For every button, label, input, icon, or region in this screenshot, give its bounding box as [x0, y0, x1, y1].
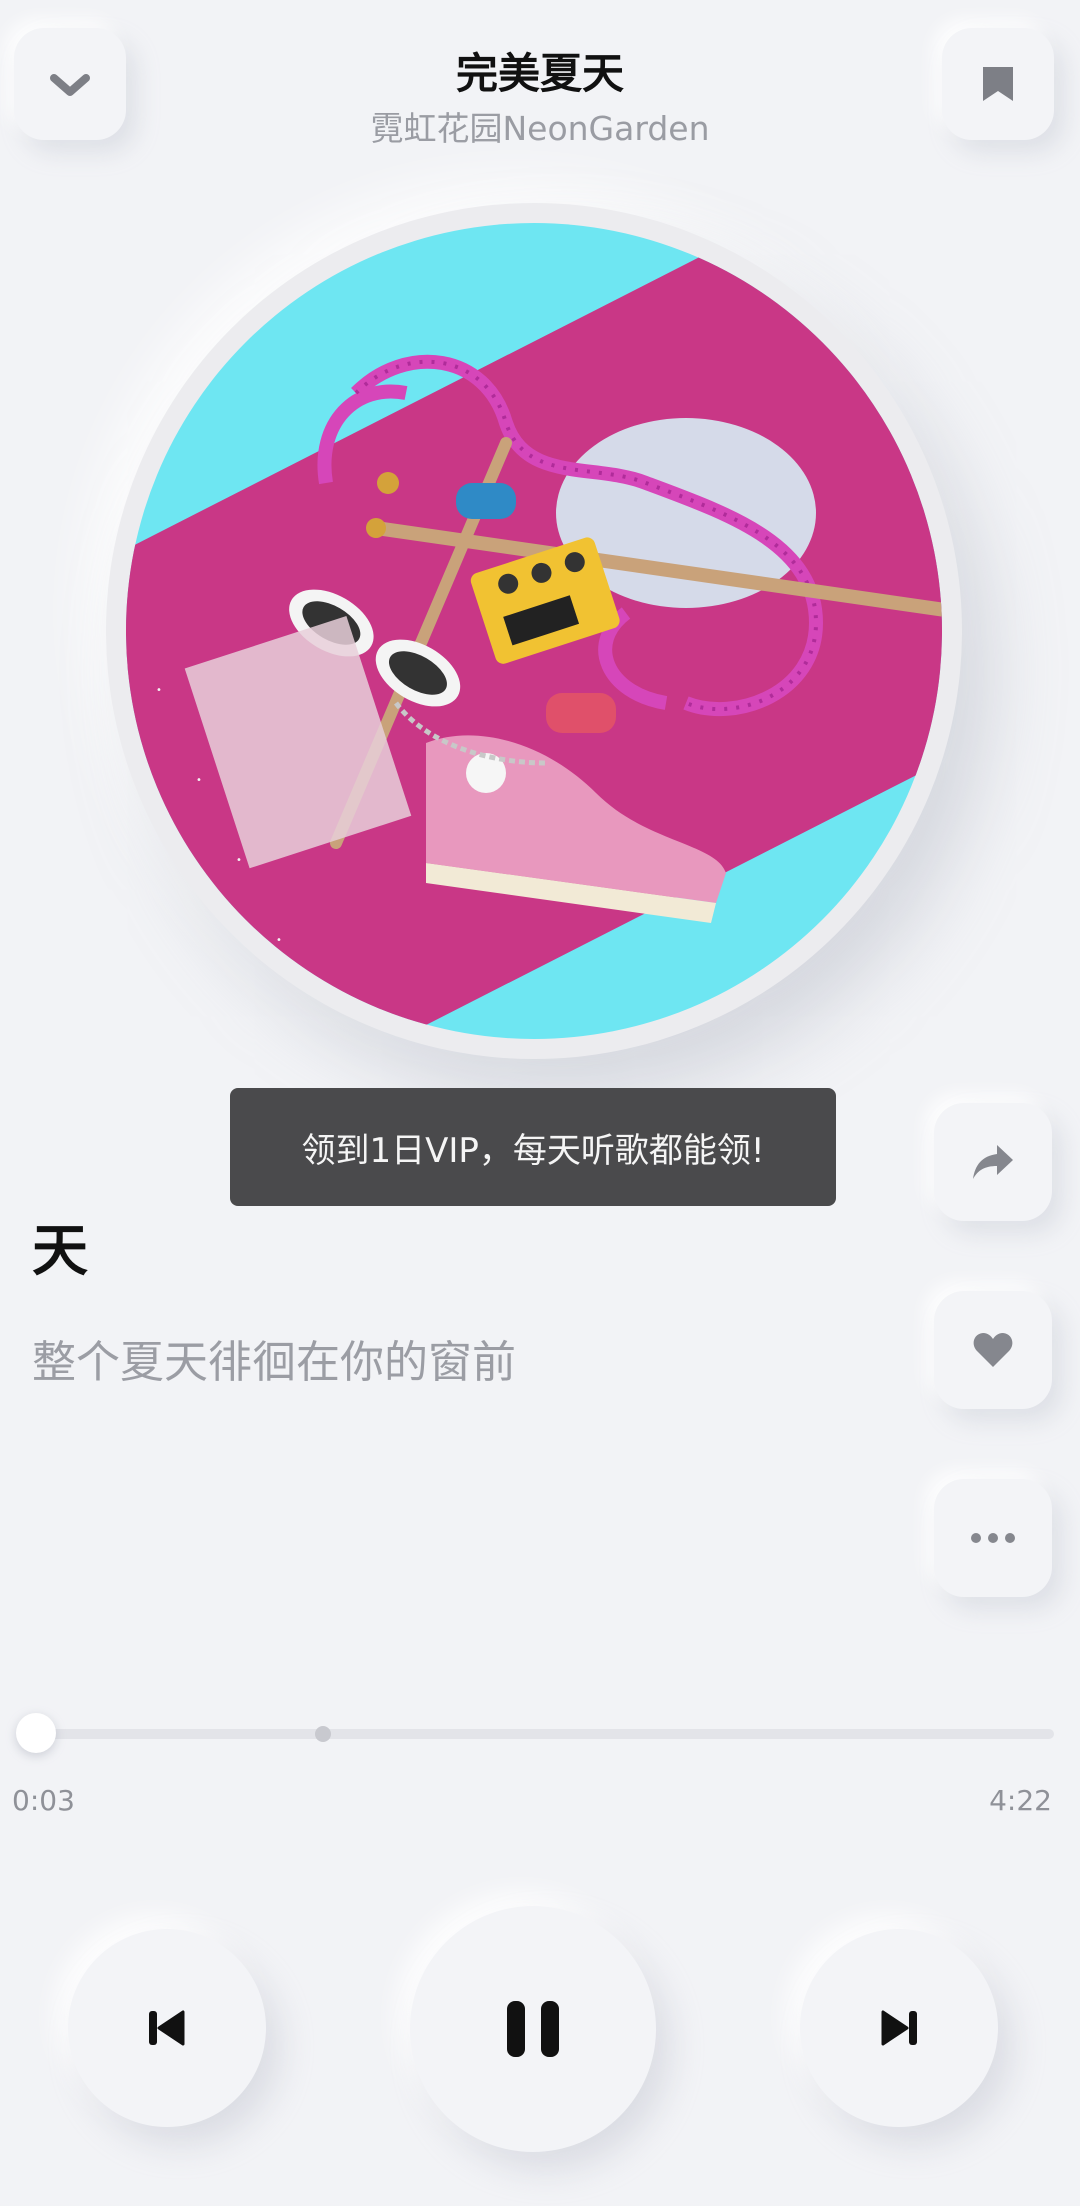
svg-text:•: •	[196, 775, 202, 786]
skip-previous-icon	[149, 2010, 185, 2046]
more-icon	[971, 1533, 1015, 1543]
vip-toast: 领到1日VIP，每天听歌都能领!	[230, 1088, 836, 1206]
progress-bar[interactable]	[24, 1729, 1054, 1739]
next-button[interactable]	[800, 1929, 998, 2127]
pause-icon	[507, 2001, 559, 2057]
album-cover: • • • •	[126, 223, 942, 1039]
more-button[interactable]	[934, 1479, 1052, 1597]
share-button[interactable]	[934, 1103, 1052, 1221]
total-time: 4:22	[989, 1784, 1052, 1817]
skip-next-icon	[881, 2010, 917, 2046]
progress-buffer-marker	[314, 1726, 331, 1742]
pause-button[interactable]	[410, 1906, 656, 2152]
svg-text:•: •	[156, 685, 162, 696]
progress-thumb[interactable]	[16, 1713, 57, 1753]
like-button[interactable]	[934, 1291, 1052, 1409]
svg-text:•: •	[236, 855, 242, 866]
song-title: 完美夏天	[455, 49, 624, 98]
lyric-current-line: 天	[32, 1219, 88, 1284]
svg-text:•: •	[276, 935, 282, 946]
share-icon	[973, 1145, 1013, 1179]
bookmark-icon	[983, 67, 1013, 101]
heart-icon	[973, 1333, 1013, 1367]
bookmark-button[interactable]	[942, 28, 1054, 140]
previous-button[interactable]	[68, 1929, 266, 2127]
artist-name[interactable]: 霓虹花园NeonGarden	[0, 102, 1080, 150]
lyric-next-line: 整个夏天徘徊在你的窗前	[32, 1337, 516, 1388]
album-disc[interactable]: • • • •	[106, 203, 962, 1059]
current-time: 0:03	[12, 1784, 75, 1817]
